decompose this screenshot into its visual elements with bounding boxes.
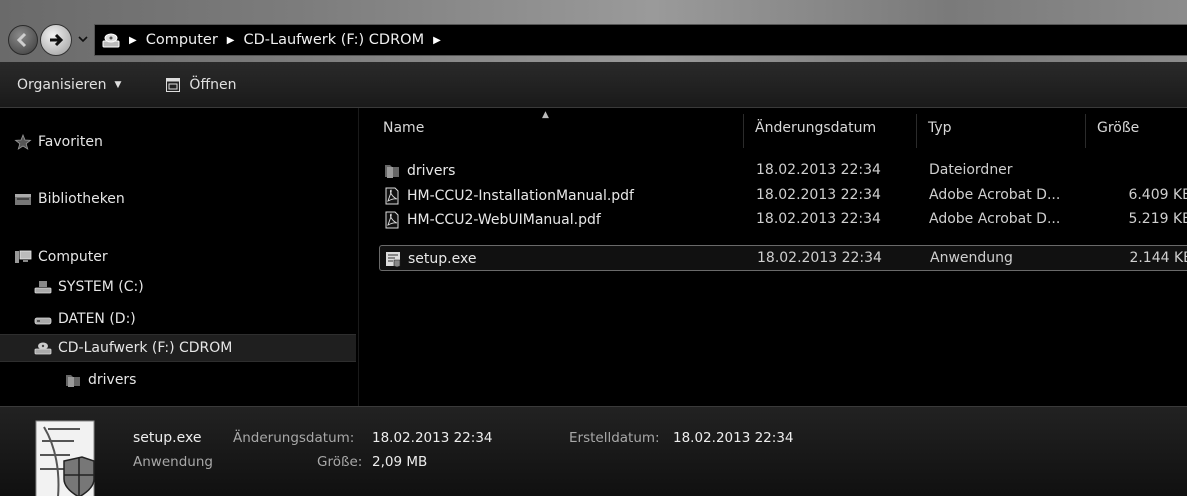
- details-created-value: 18.02.2013 22:34: [673, 430, 794, 446]
- file-name-cell: drivers: [383, 162, 455, 180]
- file-date: 18.02.2013 22:34: [756, 211, 881, 227]
- nav-drive-label: SYSTEM (C:): [58, 279, 144, 295]
- sort-ascending-icon: ▲: [542, 110, 549, 120]
- column-header-name[interactable]: Name: [383, 120, 424, 136]
- arrow-right-icon: [50, 33, 64, 47]
- file-size: 5.219 KE: [1128, 211, 1187, 227]
- file-type: Adobe Acrobat D...: [929, 211, 1061, 227]
- file-row[interactable]: drivers 18.02.2013 22:34 Dateiordner: [379, 159, 1187, 182]
- file-name-cell: HM-CCU2-WebUIManual.pdf: [383, 211, 601, 229]
- open-window-icon: [166, 77, 181, 92]
- cd-drive-icon: [102, 33, 120, 48]
- file-size: 6.409 KE: [1128, 187, 1187, 203]
- nav-drive-daten[interactable]: DATEN (D:): [0, 305, 356, 333]
- star-icon: [14, 134, 32, 150]
- file-row[interactable]: HM-CCU2-InstallationManual.pdf 18.02.201…: [379, 184, 1187, 207]
- navigation-pane: Favoriten Bibliotheken Computer SYSTEM (…: [0, 108, 358, 406]
- open-button[interactable]: Öffnen: [165, 77, 236, 93]
- nav-favorites-label: Favoriten: [38, 134, 103, 150]
- details-created-label: Erstelldatum:: [569, 430, 660, 446]
- file-name-cell: setup.exe: [384, 250, 476, 268]
- details-pane: setup.exe Anwendung Änderungsdatum: 18.0…: [0, 406, 1187, 496]
- library-icon: [15, 194, 31, 205]
- system-drive-icon: [34, 281, 52, 294]
- file-list: ▲ Name Änderungsdatum Typ Größe drivers …: [359, 108, 1187, 406]
- file-size: 2.144 KE: [1129, 250, 1187, 266]
- folder-icon: [66, 375, 80, 387]
- column-divider[interactable]: [1085, 114, 1086, 148]
- file-row[interactable]: setup.exe 18.02.2013 22:34 Anwendung 2.1…: [379, 245, 1187, 271]
- chevron-right-icon[interactable]: ▶: [129, 35, 137, 46]
- pdf-file-icon: [385, 211, 399, 229]
- column-divider[interactable]: [916, 114, 917, 148]
- column-divider[interactable]: [743, 114, 744, 148]
- organize-label: Organisieren: [17, 76, 107, 93]
- recent-pages-dropdown-icon[interactable]: [77, 33, 89, 45]
- arrow-left-icon: [16, 32, 27, 48]
- hard-drive-icon: [34, 317, 52, 325]
- command-bar: Organisieren ▼ Öffnen: [0, 62, 1187, 108]
- open-label: Öffnen: [189, 76, 237, 93]
- file-type: Anwendung: [930, 250, 1013, 266]
- computer-icon: [15, 250, 32, 263]
- details-size-label: Größe:: [317, 454, 363, 470]
- file-name: drivers: [407, 163, 456, 179]
- file-date: 18.02.2013 22:34: [756, 162, 881, 178]
- chevron-right-icon[interactable]: ▶: [227, 35, 235, 46]
- application-file-icon: [386, 252, 401, 268]
- organize-button[interactable]: Organisieren ▼: [17, 77, 121, 93]
- nav-libraries-label: Bibliotheken: [38, 191, 125, 207]
- nav-favorites[interactable]: Favoriten: [0, 128, 356, 156]
- details-size-value: 2,09 MB: [372, 454, 428, 470]
- file-name-cell: HM-CCU2-InstallationManual.pdf: [383, 187, 634, 205]
- nav-folder-drivers[interactable]: drivers: [0, 366, 356, 394]
- back-button[interactable]: [8, 25, 38, 55]
- file-name: setup.exe: [408, 251, 477, 267]
- column-header-type[interactable]: Typ: [928, 120, 952, 136]
- breadcrumb-cd-drive[interactable]: CD-Laufwerk (F:) CDROM: [244, 32, 425, 48]
- nav-computer-label: Computer: [38, 249, 108, 265]
- pdf-file-icon: [385, 187, 399, 205]
- file-type: Adobe Acrobat D...: [929, 187, 1061, 203]
- nav-drive-label: DATEN (D:): [58, 311, 136, 327]
- column-header-date[interactable]: Änderungsdatum: [755, 120, 876, 136]
- file-name: HM-CCU2-InstallationManual.pdf: [407, 188, 634, 204]
- nav-folder-label: drivers: [88, 372, 137, 388]
- nav-computer[interactable]: Computer: [0, 243, 356, 271]
- forward-button[interactable]: [40, 24, 72, 56]
- details-filetype: Anwendung: [133, 454, 213, 470]
- file-type: Dateiordner: [929, 162, 1013, 178]
- caret-down-icon: ▼: [114, 79, 122, 90]
- column-header-size[interactable]: Größe: [1097, 120, 1139, 136]
- nav-drive-label: CD-Laufwerk (F:) CDROM: [58, 340, 233, 356]
- nav-drive-system[interactable]: SYSTEM (C:): [0, 273, 356, 301]
- address-box[interactable]: ▶ Computer ▶ CD-Laufwerk (F:) CDROM ▶: [94, 24, 1187, 56]
- address-bar-area: ▶ Computer ▶ CD-Laufwerk (F:) CDROM ▶: [0, 0, 1187, 62]
- details-filename: setup.exe: [133, 430, 202, 446]
- file-date: 18.02.2013 22:34: [756, 187, 881, 203]
- chevron-right-icon[interactable]: ▶: [433, 35, 441, 46]
- file-name: HM-CCU2-WebUIManual.pdf: [407, 212, 601, 228]
- details-modified-value: 18.02.2013 22:34: [372, 430, 493, 446]
- folder-icon: [385, 165, 399, 178]
- nav-drive-cdrom[interactable]: CD-Laufwerk (F:) CDROM: [0, 334, 356, 362]
- cd-drive-icon: [34, 342, 52, 355]
- setup-installer-icon: [35, 420, 95, 496]
- file-row[interactable]: HM-CCU2-WebUIManual.pdf 18.02.2013 22:34…: [379, 208, 1187, 231]
- breadcrumb-computer[interactable]: Computer: [146, 32, 218, 48]
- details-modified-label: Änderungsdatum:: [233, 430, 355, 446]
- file-date: 18.02.2013 22:34: [757, 250, 882, 266]
- nav-libraries[interactable]: Bibliotheken: [0, 185, 356, 213]
